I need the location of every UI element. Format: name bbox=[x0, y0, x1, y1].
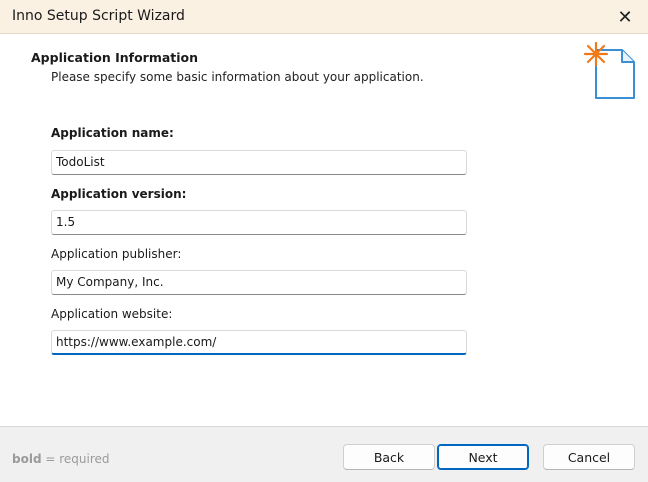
app-website-field[interactable]: https://www.example.com/ bbox=[51, 330, 467, 355]
window-title: Inno Setup Script Wizard bbox=[12, 8, 185, 24]
wizard-document-star-icon bbox=[583, 41, 635, 99]
required-legend: bold = required bbox=[12, 452, 110, 466]
page-subtitle: Please specify some basic information ab… bbox=[51, 70, 424, 84]
legend-text: = required bbox=[41, 452, 110, 466]
app-name-label: Application name: bbox=[51, 126, 174, 140]
page-title: Application Information bbox=[31, 50, 199, 65]
title-bar[interactable]: Inno Setup Script Wizard ✕ bbox=[0, 0, 648, 34]
next-button[interactable]: Next bbox=[437, 444, 529, 470]
wizard-footer: bold = required Back Next Cancel bbox=[0, 427, 648, 482]
app-name-field[interactable]: TodoList bbox=[51, 150, 467, 175]
app-version-label: Application version: bbox=[51, 187, 187, 201]
wizard-content: Application name: TodoList Application v… bbox=[0, 104, 648, 426]
app-version-field[interactable]: 1.5 bbox=[51, 210, 467, 235]
wizard-header: Application Information Please specify s… bbox=[0, 34, 648, 104]
close-icon: ✕ bbox=[617, 6, 633, 28]
app-website-label: Application website: bbox=[51, 307, 173, 321]
app-publisher-label: Application publisher: bbox=[51, 247, 182, 261]
back-button[interactable]: Back bbox=[343, 444, 435, 470]
cancel-button[interactable]: Cancel bbox=[543, 444, 635, 470]
app-publisher-field[interactable]: My Company, Inc. bbox=[51, 270, 467, 295]
close-button[interactable]: ✕ bbox=[602, 0, 648, 34]
legend-bold-text: bold bbox=[12, 452, 42, 466]
